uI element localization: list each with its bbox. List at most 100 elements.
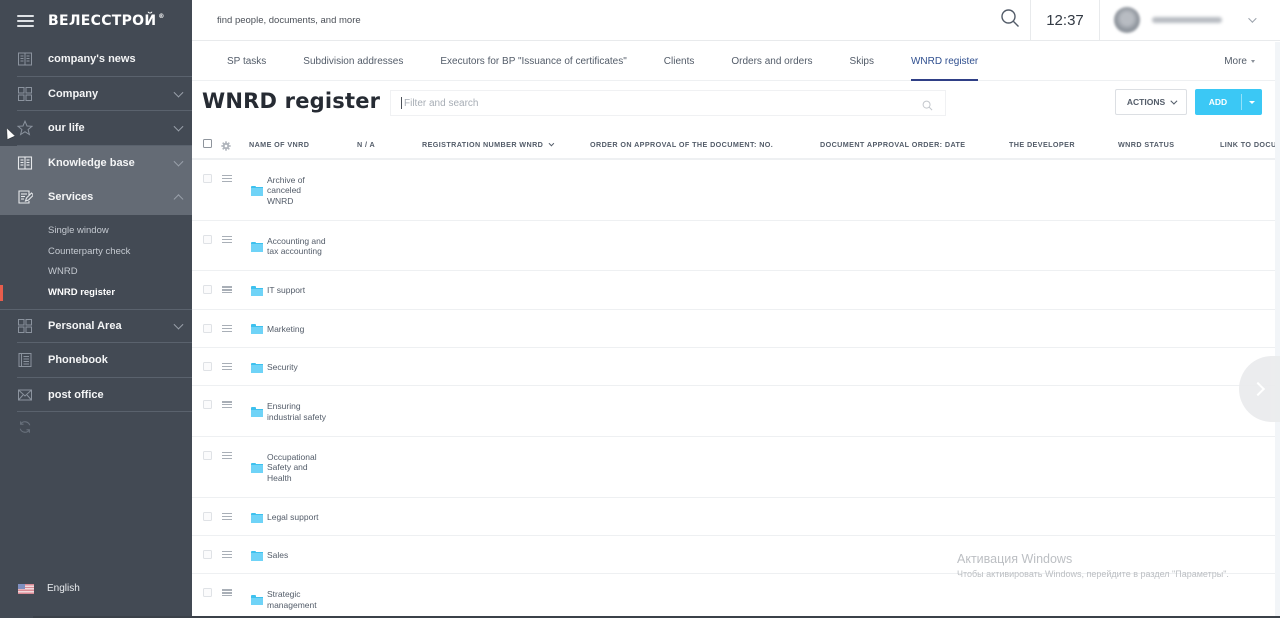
column-header-order-date[interactable]: DOCUMENT APPROVAL ORDER: DATE <box>820 140 966 149</box>
language-selector[interactable]: English <box>18 583 80 594</box>
row-checkbox[interactable] <box>203 174 212 183</box>
sidebar-item-company-news[interactable]: company's news <box>0 42 192 77</box>
sidebar-item-knowledge-base[interactable]: Knowledge base <box>0 145 192 180</box>
submenu-item-wnrd-register[interactable]: WNRD register <box>0 282 192 303</box>
column-header-link[interactable]: LINK TO DOCU <box>1220 140 1277 149</box>
folder-name: Accounting and tax accounting <box>267 236 326 257</box>
us-flag-icon <box>18 583 34 594</box>
table-row[interactable]: Marketing <box>192 310 1280 349</box>
row-checkbox[interactable] <box>203 550 212 560</box>
actions-button[interactable]: ACTIONS <box>1115 89 1187 115</box>
tab-subdivision-addresses[interactable]: Subdivision addresses <box>303 42 403 80</box>
folder-link[interactable]: Occupational Safety and Health <box>251 452 317 483</box>
search-button[interactable] <box>990 0 1030 40</box>
column-header-na[interactable]: N / A <box>357 140 375 149</box>
table-row[interactable]: Occupational Safety and Health <box>192 437 1280 498</box>
folder-link[interactable]: Security <box>251 362 298 373</box>
gear-icon[interactable] <box>221 138 231 156</box>
sidebar-item-phonebook[interactable]: Phonebook <box>0 343 192 378</box>
chevron-down-icon[interactable] <box>173 121 184 132</box>
folder-link[interactable]: IT support <box>251 285 305 297</box>
drag-handle-icon[interactable] <box>222 401 232 409</box>
column-header-status[interactable]: WNRD STATUS <box>1118 140 1174 149</box>
tab-more-button[interactable]: More <box>1224 42 1255 80</box>
clock[interactable]: 12:37 <box>1030 0 1100 40</box>
scrollbar-track[interactable] <box>1275 42 1280 618</box>
folder-link[interactable]: Legal support <box>251 511 319 523</box>
company-logo[interactable]: ВЕЛЕССТРОЙ ® <box>48 13 165 29</box>
folder-link[interactable]: Accounting and tax accounting <box>251 236 326 257</box>
refresh-menu-button[interactable] <box>0 412 192 446</box>
submenu-item-counterparty-check[interactable]: Counterparty check <box>0 241 192 262</box>
row-checkbox[interactable] <box>203 588 212 598</box>
tab-clients[interactable]: Clients <box>664 42 695 80</box>
column-header-order-number[interactable]: ORDER ON APPROVAL OF THE DOCUMENT: NO. <box>590 140 773 149</box>
folder-icon <box>251 241 263 252</box>
column-header-developer[interactable]: THE DEVELOPER <box>1009 140 1075 149</box>
chevron-up-icon[interactable] <box>173 194 184 205</box>
table-row[interactable]: Ensuring industrial safety <box>192 386 1280 437</box>
drag-handle-icon[interactable] <box>222 286 232 294</box>
folder-link[interactable]: Sales <box>251 550 288 561</box>
drag-handle-icon[interactable] <box>222 451 232 459</box>
table-row[interactable]: Strategic management <box>192 574 1280 618</box>
row-checkbox[interactable] <box>203 285 212 295</box>
folder-link[interactable]: Marketing <box>251 324 304 335</box>
sidebar-item-post-office[interactable]: post office <box>0 378 192 413</box>
row-checkbox[interactable] <box>203 450 212 460</box>
table-row[interactable]: Security <box>192 348 1280 387</box>
table-header: NAME OF VNRD N / A REGISTRATION NUMBER W… <box>192 131 1280 160</box>
add-button[interactable]: ADD <box>1195 89 1262 115</box>
drag-handle-icon[interactable] <box>222 175 232 182</box>
user-menu[interactable] <box>1100 0 1280 40</box>
tab-orders-and-orders[interactable]: Orders and orders <box>731 42 812 80</box>
sidebar-item-company[interactable]: Company <box>0 77 192 112</box>
column-header-registration-number[interactable]: REGISTRATION NUMBER WNRD <box>422 140 555 149</box>
drag-handle-icon[interactable] <box>222 512 232 520</box>
drag-handle-icon[interactable] <box>222 589 232 597</box>
row-checkbox[interactable] <box>203 323 212 333</box>
table-row[interactable]: Accounting and tax accounting <box>192 221 1280 272</box>
menu-toggle-icon[interactable] <box>17 15 34 27</box>
row-checkbox[interactable] <box>203 400 212 410</box>
drag-handle-icon[interactable] <box>222 551 232 559</box>
row-checkbox[interactable] <box>203 511 212 521</box>
column-header-name[interactable]: NAME OF VNRD <box>249 140 309 149</box>
tab-executors-certificates[interactable]: Executors for BP "Issuance of certificat… <box>440 42 626 80</box>
folder-name-line: Legal support <box>267 511 319 522</box>
filter-search-input[interactable]: Filter and search <box>390 90 946 116</box>
folder-name-line: canceled <box>267 185 302 196</box>
select-all-checkbox[interactable] <box>203 139 212 148</box>
folder-icon <box>251 324 263 335</box>
tab-wnrd-register[interactable]: WNRD register <box>910 42 979 81</box>
table-row[interactable]: Legal support <box>192 498 1280 537</box>
language-label: English <box>47 583 80 594</box>
drag-handle-icon[interactable] <box>222 235 232 243</box>
table-row[interactable]: Archive of canceled WNRD <box>192 160 1280 221</box>
row-checkbox[interactable] <box>203 234 212 244</box>
chevron-down-icon[interactable] <box>173 156 184 167</box>
sidebar-item-personal-area[interactable]: Personal Area <box>0 308 192 344</box>
folder-link[interactable]: Strategic management <box>251 589 317 610</box>
tab-sp-tasks[interactable]: SP tasks <box>227 42 266 80</box>
folder-link[interactable]: Ensuring industrial safety <box>251 401 326 422</box>
drag-handle-icon[interactable] <box>222 363 232 371</box>
search-icon[interactable] <box>922 98 933 116</box>
global-search-input[interactable]: find people, documents, and more <box>192 0 990 40</box>
sidebar-item-services[interactable]: Services <box>0 180 192 215</box>
folder-name-line: tax accounting <box>267 246 322 257</box>
chevron-down-icon[interactable] <box>173 319 184 330</box>
row-checkbox[interactable] <box>203 362 212 372</box>
folder-name: Marketing <box>267 324 304 334</box>
folder-link[interactable]: Archive of canceled WNRD <box>251 175 305 206</box>
drag-handle-icon[interactable] <box>222 324 232 332</box>
submenu-item-single-window[interactable]: Single window <box>0 221 192 242</box>
top-header: find people, documents, and more 12:37 <box>192 0 1280 41</box>
submenu-item-wnrd[interactable]: WNRD <box>0 262 192 283</box>
add-dropdown-toggle[interactable] <box>1242 100 1262 104</box>
table-row[interactable]: IT support <box>192 271 1280 310</box>
tab-skips[interactable]: Skips <box>850 42 874 80</box>
sidebar-item-our-life[interactable]: our life <box>0 111 192 146</box>
table-row[interactable]: Sales <box>192 536 1280 575</box>
chevron-down-icon[interactable] <box>173 87 184 98</box>
